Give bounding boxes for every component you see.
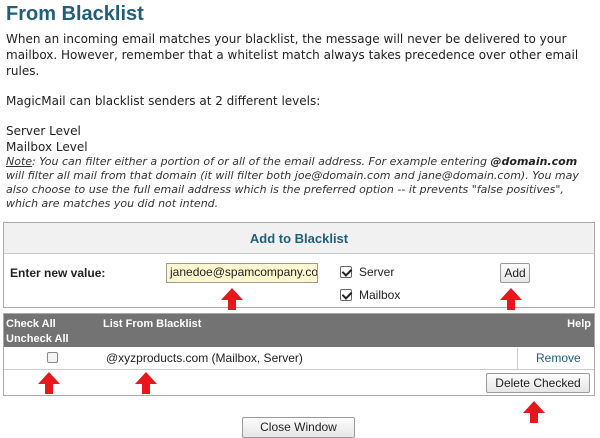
- table-row: @xyzproducts.com (Mailbox, Server) Remov…: [4, 348, 594, 370]
- intro-text: When an incoming email matches your blac…: [6, 31, 586, 155]
- add-button[interactable]: Add: [500, 263, 530, 283]
- note-text-before: : You can filter either a portion of or …: [32, 155, 491, 168]
- intro-paragraph: When an incoming email matches your blac…: [6, 32, 579, 78]
- add-panel-header: Add to Blacklist: [4, 223, 594, 254]
- close-window-button[interactable]: Close Window: [242, 417, 355, 438]
- levels-list: Server Level Mailbox Level: [6, 123, 586, 155]
- note-bold-example: @domain.com: [490, 155, 578, 168]
- annotation-arrow-up-icon: [221, 288, 243, 310]
- help-link[interactable]: Help: [567, 318, 591, 330]
- new-value-input[interactable]: janedoe@spamcompany.com: [166, 263, 318, 283]
- annotation-arrow-up-icon: [135, 372, 157, 394]
- annotation-arrow-up-icon: [38, 372, 60, 394]
- mailbox-checkbox[interactable]: [340, 289, 352, 301]
- level-server: Server Level: [6, 124, 81, 138]
- remove-link[interactable]: Remove: [536, 351, 581, 365]
- table-header: Check All Uncheck All List From Blacklis…: [4, 314, 594, 347]
- server-checkbox-row[interactable]: Server: [340, 265, 394, 279]
- check-all-link[interactable]: Check All: [6, 318, 56, 330]
- server-checkbox[interactable]: [340, 266, 352, 278]
- page-title: From Blacklist: [6, 3, 144, 25]
- mailbox-checkbox-label: Mailbox: [359, 288, 401, 302]
- note-label: Note: [6, 155, 33, 168]
- levels-intro: MagicMail can blacklist senders at 2 dif…: [6, 94, 321, 108]
- uncheck-all-link[interactable]: Uncheck All: [6, 333, 69, 345]
- note-text-after: will filter all mail from that domain (i…: [6, 169, 579, 210]
- row-divider: [517, 348, 518, 369]
- delete-checked-button[interactable]: Delete Checked: [486, 373, 590, 393]
- enter-value-label: Enter new value:: [10, 266, 106, 280]
- level-mailbox: Mailbox Level: [6, 140, 88, 154]
- row-checkbox[interactable]: [47, 352, 58, 363]
- note-text: Note: You can filter either a portion of…: [6, 155, 591, 211]
- blacklist-table: Check All Uncheck All List From Blacklis…: [3, 313, 595, 396]
- list-column-title: List From Blacklist: [103, 318, 202, 330]
- row-entry: @xyzproducts.com (Mailbox, Server): [106, 351, 303, 365]
- annotation-arrow-up-icon: [500, 288, 522, 310]
- annotation-arrow-up-icon: [523, 401, 545, 423]
- mailbox-checkbox-row[interactable]: Mailbox: [340, 288, 400, 302]
- server-checkbox-label: Server: [359, 265, 395, 279]
